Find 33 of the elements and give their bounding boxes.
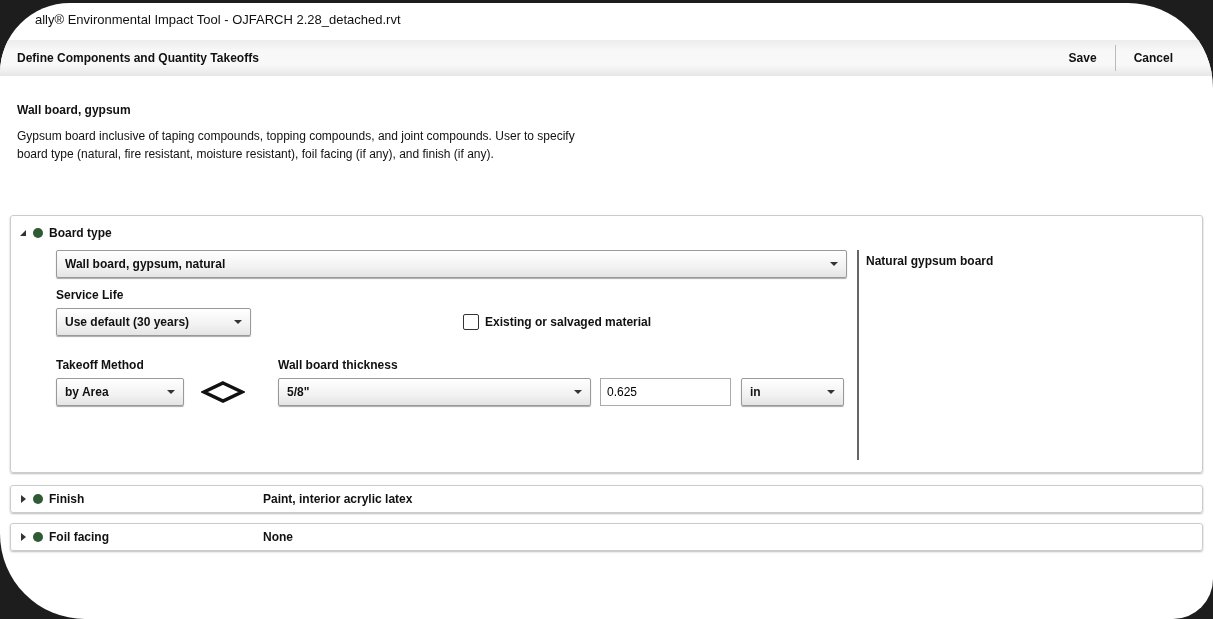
field-label: Takeoff Method	[56, 358, 145, 372]
caret-icon	[827, 389, 835, 395]
takeoff-method-dropdown[interactable]: by Area	[56, 378, 184, 406]
diamond-icon	[201, 380, 245, 404]
section-title[interactable]: Foil facing	[49, 530, 263, 544]
board-type-dropdown[interactable]: Wall board, gypsum, natural	[56, 250, 847, 278]
window-title: ally® Environmental Impact Tool - OJFARCH 2.28_detached.rvt	[34, 11, 402, 29]
field-label: Wall board thickness	[278, 358, 399, 372]
caret-icon	[830, 261, 838, 267]
save-button[interactable]: Save	[1050, 47, 1115, 69]
board-description: Natural gypsum board	[865, 253, 994, 270]
dropdown-value: in	[750, 385, 762, 399]
component-description: Gypsum board inclusive of taping compounds, topping compounds, and joint compounds. User to specify board type (natural, fire resistant, moisture resistant), foil facing (if any), and finish (if any).	[16, 128, 576, 163]
component-title: Wall board, gypsum	[16, 102, 132, 117]
caret-icon	[234, 319, 242, 325]
section-value: Paint, interior acrylic latex	[263, 492, 413, 506]
cancel-button[interactable]: Cancel	[1115, 47, 1191, 69]
service-life-dropdown[interactable]: Use default (30 years)	[56, 308, 251, 336]
dropdown-value: Use default (30 years)	[65, 315, 191, 329]
field-label: Service Life	[56, 288, 125, 302]
unit-dropdown[interactable]: in	[741, 378, 844, 406]
thickness-input[interactable]: 0.625	[600, 378, 731, 406]
caret-icon	[167, 389, 175, 395]
section-value: None	[263, 530, 293, 544]
section-title[interactable]: Finish	[49, 492, 263, 506]
dropdown-value: Wall board, gypsum, natural	[65, 257, 227, 271]
caret-icon	[574, 389, 582, 395]
existing-checkbox[interactable]: Existing or salvaged material	[463, 314, 652, 330]
thickness-dropdown[interactable]: 5/8"	[278, 378, 591, 406]
toolbar-title: Define Components and Quantity Takeoffs	[17, 51, 259, 65]
dropdown-value: by Area	[65, 385, 110, 399]
section-title[interactable]: Board type	[49, 226, 263, 240]
dropdown-value: 5/8"	[287, 385, 311, 399]
